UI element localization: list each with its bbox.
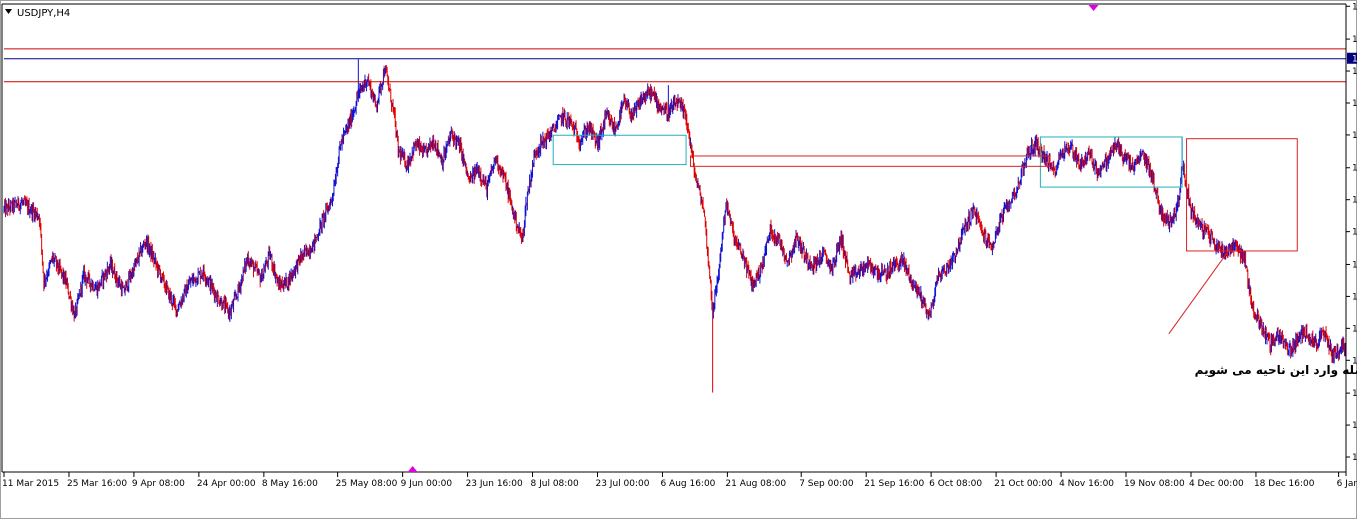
price-axis-label: 118.984 bbox=[1352, 292, 1357, 302]
price-axis-label: 116.184 bbox=[1352, 389, 1357, 399]
time-axis-label: 6 Aug 16:00 bbox=[660, 479, 715, 489]
chart-annotation-text: ناحیة مرد علاقه برای معامله وارد این ناح… bbox=[1195, 363, 1357, 378]
time-axis-label: 4 Nov 16:00 bbox=[1059, 479, 1114, 489]
time-axis-label: 21 Aug 08:00 bbox=[725, 479, 786, 489]
time-axis-label: 6 Jan 08:00 bbox=[1337, 479, 1357, 489]
time-axis-label: 9 Apr 08:00 bbox=[132, 479, 185, 489]
chart-svg[interactable]: 127.384 126.434 125.509 124.584 123.659 122.7… bbox=[0, 0, 1357, 519]
time-axis-label: 4 Dec 00:00 bbox=[1189, 479, 1244, 489]
time-axis-label: 9 Jun 00:00 bbox=[401, 479, 453, 489]
price-axis-label: 114.334 bbox=[1352, 453, 1357, 463]
price-axis-label: 121.784 bbox=[1352, 196, 1357, 206]
price-axis-label: 125.509 bbox=[1352, 67, 1357, 77]
time-axis-label: 23 Jun 16:00 bbox=[466, 479, 523, 489]
price-axis-label: 127.384 bbox=[1352, 2, 1357, 12]
current-price-label: 125.865 bbox=[1352, 55, 1357, 65]
time-axis-label: 7 Sep 00:00 bbox=[799, 479, 854, 489]
time-axis-label: 6 Oct 08:00 bbox=[929, 479, 982, 489]
time-axis-label: 18 Dec 16:00 bbox=[1254, 479, 1315, 489]
price-axis-label: 119.909 bbox=[1352, 260, 1357, 270]
time-axis-label: 24 Apr 00:00 bbox=[197, 479, 256, 489]
chart[interactable]: 127.384 126.434 125.509 124.584 123.659 122.7… bbox=[0, 0, 1357, 519]
time-axis-label: 25 May 08:00 bbox=[336, 479, 398, 489]
price-axis-label: 115.259 bbox=[1352, 421, 1357, 431]
time-axis-label: 8 Jul 08:00 bbox=[531, 479, 580, 489]
price-axis-label: 124.584 bbox=[1352, 99, 1357, 109]
price-axis-label: 120.859 bbox=[1352, 228, 1357, 238]
time-axis-label: 25 Mar 16:00 bbox=[67, 479, 127, 489]
time-axis-label: 8 May 16:00 bbox=[262, 479, 318, 489]
time-axis-label: 21 Oct 00:00 bbox=[994, 479, 1053, 489]
price-axis-label: 118.059 bbox=[1352, 324, 1357, 334]
time-axis-label: 23 Jul 00:00 bbox=[595, 479, 649, 489]
price-axis-label: 123.659 bbox=[1352, 131, 1357, 141]
time-axis-label: 11 Mar 2015 bbox=[2, 479, 59, 489]
time-axis-label: 21 Sep 16:00 bbox=[864, 479, 924, 489]
price-axis-label: 126.434 bbox=[1352, 35, 1357, 45]
chart-symbol-label: USDJPY,H4 bbox=[17, 8, 70, 19]
price-axis-label: 122.709 bbox=[1352, 164, 1357, 174]
time-axis-label: 19 Nov 08:00 bbox=[1124, 479, 1185, 489]
